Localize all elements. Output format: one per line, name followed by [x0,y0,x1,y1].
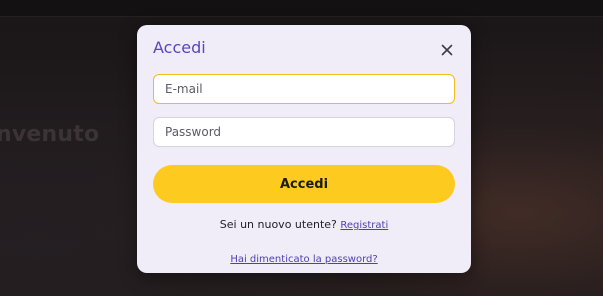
register-link[interactable]: Registrati [340,220,388,231]
close-icon [441,44,453,56]
modal-title: Accedi [153,38,206,57]
email-input[interactable] [153,74,455,104]
login-modal: Accedi Accedi Sei un nuovo utente? Regis… [137,25,471,273]
register-prompt: Sei un nuovo utente? [219,218,337,231]
login-button[interactable]: Accedi [153,165,455,203]
background-welcome-text: nvenuto [0,122,100,147]
password-input[interactable] [153,117,455,147]
forgot-password-link[interactable]: Hai dimenticato la password? [230,254,377,265]
top-bar [0,0,603,17]
forgot-line: Hai dimenticato la password? [137,247,471,266]
close-button[interactable] [437,40,457,60]
register-line: Sei un nuovo utente? Registrati [137,218,471,231]
